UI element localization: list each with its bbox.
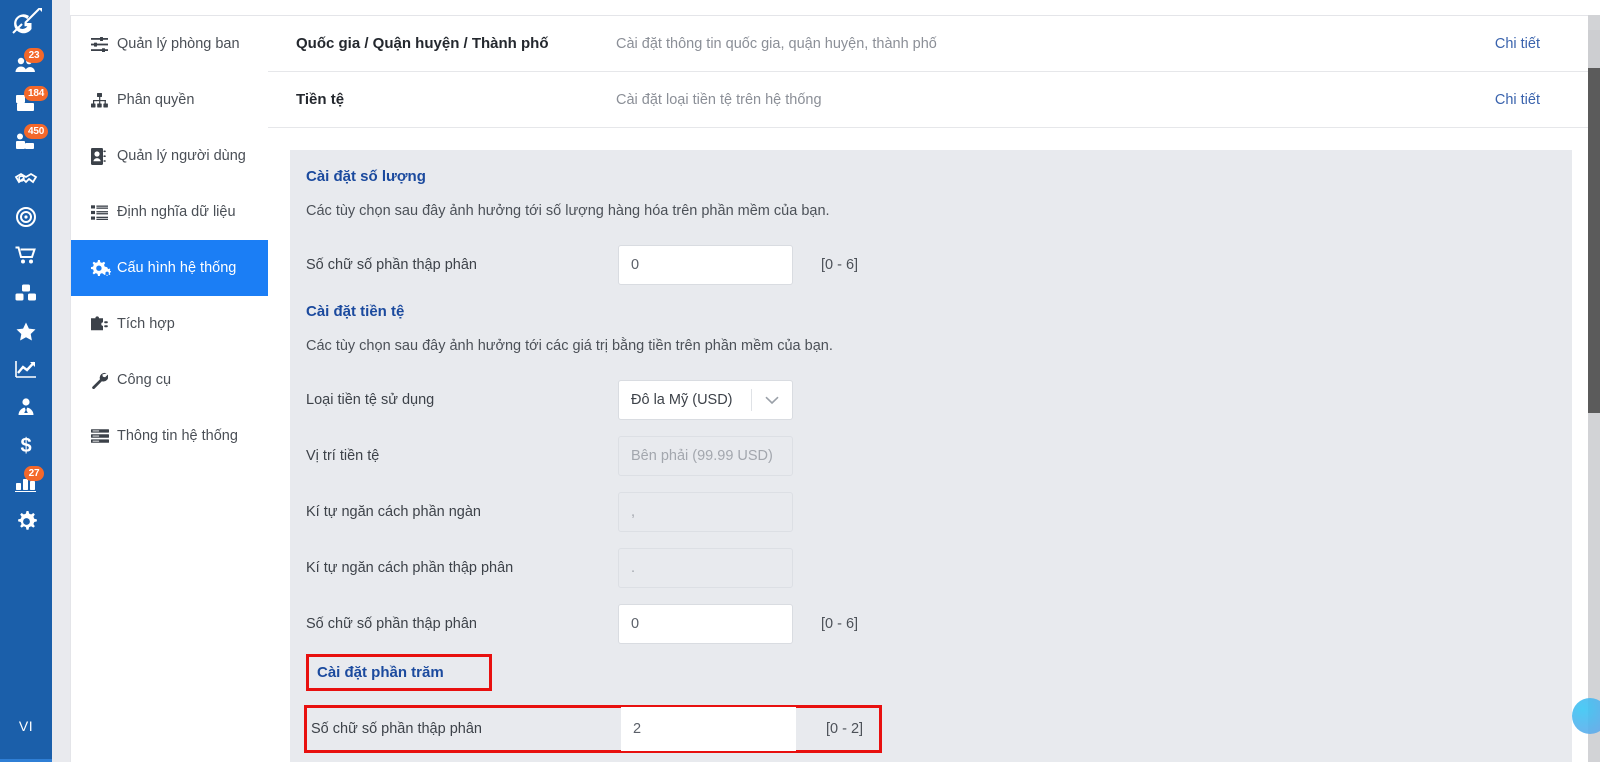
sidebar-item-thong-tin-he-thong[interactable]: Thông tin hệ thống — [71, 408, 268, 464]
field-label: Vị trí tiền tệ — [306, 448, 380, 464]
address-book-icon — [91, 146, 117, 166]
percent-section-title: Cài đặt phần trăm — [317, 664, 444, 681]
scrollbar-top-cap — [1588, 30, 1600, 68]
sidebar-item-label: Phân quyền — [117, 92, 195, 108]
sidebar-item-quan-ly-nguoi-dung[interactable]: Quản lý người dùng — [71, 128, 268, 184]
sidebar-item-cong-cu[interactable]: Công cụ — [71, 352, 268, 408]
rail-item-shopping-cart[interactable] — [0, 236, 52, 274]
server-icon — [91, 426, 117, 446]
currency-decimal-row: Số chữ số phần thập phân 0 [0 - 6] — [290, 598, 1572, 650]
menu-panel: Quản lý phòng ban Phân quyền Quản lý ngư… — [70, 15, 268, 762]
thousand-separator-input: , — [618, 492, 793, 532]
sidebar-item-label: Tích hợp — [117, 316, 175, 332]
sidebar-item-quan-ly-phong-ban[interactable]: Quản lý phòng ban — [71, 16, 268, 72]
settings-gray-panel: Cài đặt số lượng Các tùy chọn sau đây ản… — [290, 150, 1572, 762]
field-label: Số chữ số phần thập phân — [306, 257, 477, 273]
setting-row-title: Tiền tệ — [296, 91, 345, 108]
decimal-separator-row: Kí tự ngăn cách phần thập phân . — [290, 542, 1572, 594]
sidebar-item-label: Quản lý người dùng — [117, 148, 246, 164]
gears-icon — [91, 258, 117, 278]
detail-link[interactable]: Chi tiết — [1495, 92, 1572, 108]
currency-section-title: Cài đặt tiền tệ — [306, 303, 405, 320]
setting-row-currency[interactable]: Tiền tệ Cài đặt loại tiền tệ trên hệ thố… — [268, 72, 1600, 128]
icon-rail: 23 184 450 $ 27 VI — [0, 0, 52, 762]
setting-row-desc: Cài đặt thông tin quốc gia, quận huyện, … — [616, 35, 937, 52]
rail-item-user-tie[interactable] — [0, 388, 52, 426]
sidebar-item-label: Quản lý phòng ban — [117, 36, 240, 52]
rail-badge: 23 — [24, 48, 44, 63]
rail-badge: 27 — [24, 466, 44, 481]
language-indicator[interactable]: VI — [0, 718, 52, 734]
sidebar-item-label: Công cụ — [117, 372, 172, 388]
chevron-down-icon[interactable] — [752, 396, 792, 405]
rail-badge: 450 — [24, 124, 49, 139]
sidebar-item-label: Định nghĩa dữ liệu — [117, 204, 236, 220]
vertical-scrollbar-track[interactable] — [1588, 15, 1600, 762]
rail-item-gear[interactable] — [0, 502, 52, 540]
percent-decimal-input[interactable]: 2 — [621, 707, 796, 751]
percent-decimal-highlight-row: Số chữ số phần thập phân 2 [0 - 2] — [304, 705, 882, 753]
wrench-icon — [91, 370, 117, 390]
rail-item-people-group[interactable]: 23 — [0, 46, 52, 84]
setting-row-title: Quốc gia / Quận huyện / Thành phố — [296, 35, 549, 52]
chat-bubble-icon[interactable] — [1572, 698, 1600, 734]
rail-item-bar-chart[interactable]: 27 — [0, 464, 52, 502]
currency-type-row: Loại tiền tệ sử dụng Đô la Mỹ (USD) — [290, 374, 1572, 426]
setting-row-desc: Cài đặt loại tiền tệ trên hệ thống — [616, 91, 822, 108]
currency-type-value: Đô la Mỹ (USD) — [631, 392, 733, 408]
app-root: 23 184 450 $ 27 VI Quản lý phòng ban Phâ… — [0, 0, 1600, 762]
quantity-decimal-row: Số chữ số phần thập phân 0 [0 - 6] — [290, 239, 1572, 291]
quantity-section-desc: Các tùy chọn sau đây ảnh hưởng tới số lư… — [306, 203, 830, 219]
svg-text:$: $ — [20, 435, 31, 455]
rail-item-contacts-card[interactable]: 184 — [0, 84, 52, 122]
currency-position-input: Bên phải (99.99 USD) — [618, 436, 793, 476]
quantity-decimal-input[interactable]: 0 — [618, 245, 793, 285]
sidebar-item-tich-hop[interactable]: Tích hợp — [71, 296, 268, 352]
sliders-icon — [91, 34, 117, 54]
field-label: Số chữ số phần thập phân — [311, 721, 482, 737]
currency-position-row: Vị trí tiền tệ Bên phải (99.99 USD) — [290, 430, 1572, 482]
sidebar-item-cau-hinh-he-thong[interactable]: Cấu hình hệ thống — [71, 240, 268, 296]
content-area: Quốc gia / Quận huyện / Thành phố Cài đặ… — [268, 15, 1600, 762]
list-icon — [91, 202, 117, 222]
sidebar-item-label: Cấu hình hệ thống — [117, 260, 237, 276]
sidebar-item-phan-quyen[interactable]: Phân quyền — [71, 72, 268, 128]
currency-decimal-input[interactable]: 0 — [618, 604, 793, 644]
rail-item-dollar[interactable]: $ — [0, 426, 52, 464]
field-label: Loại tiền tệ sử dụng — [306, 392, 435, 408]
detail-link[interactable]: Chi tiết — [1495, 36, 1572, 52]
rail-item-boxes[interactable] — [0, 274, 52, 312]
quantity-section-title: Cài đặt số lượng — [306, 168, 426, 185]
sidebar-item-label: Thông tin hệ thống — [117, 428, 238, 444]
rail-item-star[interactable] — [0, 312, 52, 350]
puzzle-icon — [91, 314, 117, 334]
field-label: Kí tự ngăn cách phần thập phân — [306, 560, 514, 576]
field-label: Số chữ số phần thập phân — [306, 616, 477, 632]
rail-item-chart-line[interactable] — [0, 350, 52, 388]
sidebar-item-dinh-nghia-du-lieu[interactable]: Định nghĩa dữ liệu — [71, 184, 268, 240]
rail-badge: 184 — [24, 86, 49, 101]
setting-row-country[interactable]: Quốc gia / Quận huyện / Thành phố Cài đặ… — [268, 16, 1600, 72]
decimal-separator-input: . — [618, 548, 793, 588]
app-logo-icon[interactable] — [0, 0, 52, 46]
rail-item-handshake[interactable] — [0, 160, 52, 198]
sitemap-icon — [91, 90, 117, 110]
currency-section-desc: Các tùy chọn sau đây ảnh hưởng tới các g… — [306, 338, 833, 354]
vertical-scrollbar-thumb[interactable] — [1588, 68, 1600, 413]
currency-type-select[interactable]: Đô la Mỹ (USD) — [618, 380, 793, 420]
rail-item-customers[interactable]: 450 — [0, 122, 52, 160]
thousand-separator-row: Kí tự ngăn cách phần ngàn , — [290, 486, 1572, 538]
field-hint: [0 - 6] — [821, 257, 859, 273]
field-hint: [0 - 2] — [826, 721, 864, 737]
field-hint: [0 - 6] — [821, 616, 859, 632]
field-label: Kí tự ngăn cách phần ngàn — [306, 504, 481, 520]
percent-section-highlight: Cài đặt phần trăm — [306, 654, 492, 691]
menu-gutter — [52, 0, 70, 762]
rail-item-target[interactable] — [0, 198, 52, 236]
